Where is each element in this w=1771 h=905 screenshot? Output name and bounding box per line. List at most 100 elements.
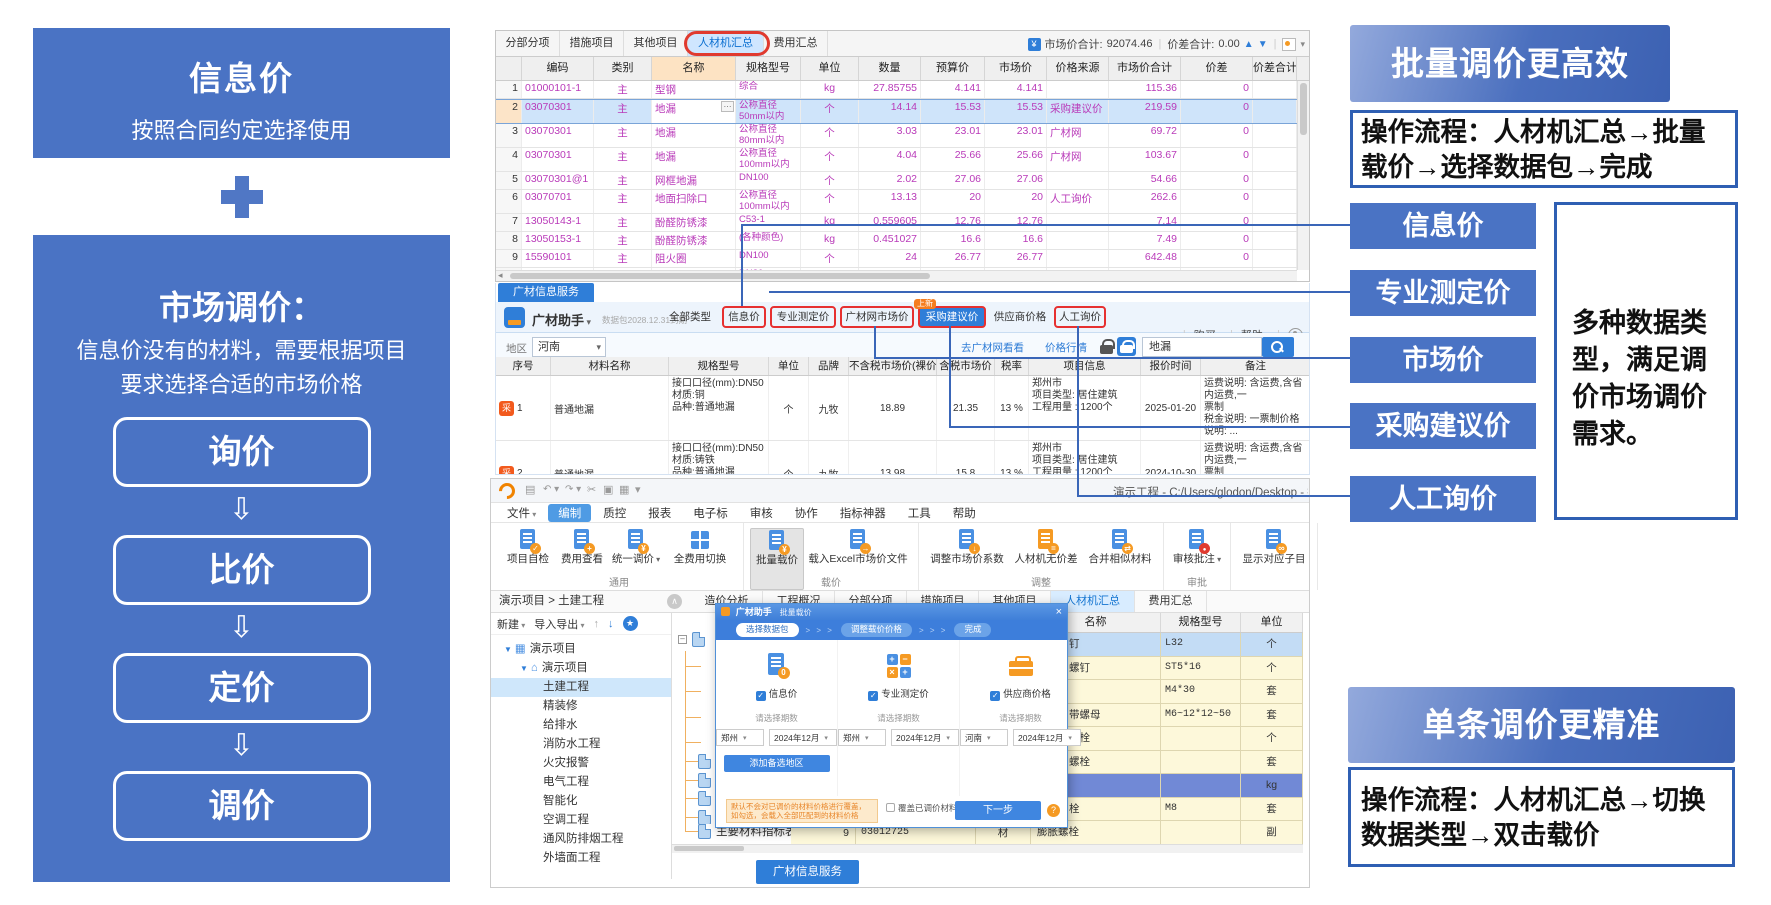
column-header[interactable]: 数量 [859,57,921,80]
column-header[interactable]: 市场价合计 [1109,57,1181,80]
column-header[interactable]: 序号 [496,357,551,375]
column-header[interactable]: 价差合计 [1253,57,1297,80]
tree-root[interactable]: ▼▦演示项目 [491,640,671,659]
column-header[interactable]: 名称 [652,57,736,80]
region-select[interactable]: 河南 [532,337,606,357]
move-up-icon[interactable] [594,618,600,630]
price-type-filter[interactable]: 供应商价格 [990,306,1050,328]
tree-item[interactable]: 空调工程 [491,811,671,830]
goto-gc-site-link[interactable]: 去广材网看看 [961,340,1024,355]
collapse-button[interactable] [667,594,682,609]
column-header[interactable]: 预算价 [921,57,985,80]
table-row[interactable]: 9 15590101 主 阻火圈 DN100 个 24 26.77 26.77 … [496,250,1297,268]
column-header[interactable]: 不含税市场价(裸价) [849,357,937,375]
paste-icon[interactable] [619,483,629,496]
menu-item[interactable]: 工具 [898,504,941,522]
column-header[interactable]: 单位 [801,57,859,80]
gc-info-service-docked-tab[interactable]: 广材信息服务 [756,860,859,884]
tree-item[interactable]: 智能化 [491,792,671,811]
column-header[interactable]: 单位 [1241,613,1303,632]
gc-info-service-tab[interactable]: 广材信息服务 [498,283,594,302]
horizontal-scrollbar[interactable] [672,844,1303,853]
import-export-button[interactable]: 导入导出 [534,616,584,632]
material-row[interactable]: 栓 M8 套 [1031,798,1303,822]
quote-row[interactable]: 采1 普通地漏 接口口径(mm):DN50 材质:铜 品种:普通地漏 个 九牧 … [496,376,1309,441]
column-header[interactable]: 品牌 [809,357,849,375]
column-header[interactable]: 报价时间 [1141,357,1201,375]
price-type-filter[interactable]: 信息价 [722,306,766,328]
help-circle-icon[interactable] [1047,804,1060,817]
column-header[interactable]: 价格来源 [1047,57,1109,80]
view-tab[interactable]: 费用汇总 [1135,591,1207,612]
tree-item[interactable]: 消防水工程 [491,735,671,754]
tree-collapse-icon[interactable] [678,635,687,644]
menu-item[interactable]: 帮助 [943,504,986,522]
star-button[interactable] [623,616,638,631]
table-row[interactable]: 3 03070301 主 地漏 公称直径80mm以内 个 3.03 23.01 … [496,124,1297,148]
table-row[interactable]: 8 13050153-1 主 酚醛防锈漆 (各种颜色) kg 0.451027 … [496,232,1297,250]
quote-row[interactable]: 采2 普通地漏 接口口径(mm):DN50 材质:铸铁 品种:普通地漏 个 九牧… [496,441,1309,474]
price-type-filter[interactable]: 采购建议价上新 [918,306,986,328]
ellipsis-button[interactable] [721,101,734,112]
table-row[interactable]: 6 03070701 主 地面扫除口 公称直径100mm以内 个 13.13 2… [496,190,1297,214]
column-header[interactable]: 含税市场价 [937,357,995,375]
menu-item[interactable]: 编制 [548,504,591,522]
table-row[interactable]: 7 13050143-1 主 酚醛防锈漆 C53-1 kg 0.559605 1… [496,214,1297,232]
column-header[interactable]: 编码 [522,57,594,80]
add-region-button[interactable]: 添加备选地区 [724,755,830,772]
tree-item[interactable]: 通风防排烟工程 [491,830,671,849]
gc-brand[interactable]: 广材助手 [532,310,591,329]
table-row[interactable]: 5 03070301@1 主 网框地漏 DN100 个 2.02 27.06 2… [496,172,1297,190]
search-button[interactable] [1262,337,1294,357]
sort-down-icon[interactable] [1258,38,1268,50]
price-type-filter[interactable]: 广材网市场价 [840,306,914,328]
price-type-filter[interactable]: 专业测定价 [770,306,836,328]
step-select-package[interactable]: 选择数据包 [736,623,799,637]
menu-item[interactable]: 审核 [740,504,783,522]
cut-icon[interactable] [587,483,596,496]
menu-item[interactable]: 报表 [638,504,681,522]
unlock-icon[interactable] [1117,337,1136,356]
column-header[interactable]: 备注 [1201,357,1310,375]
column-header[interactable]: 材料名称 [551,357,669,375]
checkbox-checked-icon[interactable] [756,691,766,701]
new-button[interactable]: 新建 [497,616,525,632]
toolbar-more-icon[interactable] [635,483,641,496]
breadcrumb[interactable]: 演示项目 > 土建工程 [491,591,663,612]
ribbon-show-subitems[interactable]: 显示对应子目 [1237,528,1311,590]
column-header[interactable]: 项目信息 [1029,357,1141,375]
price-type-filter[interactable]: 人工询价 [1054,306,1106,328]
column-header[interactable]: 规格型号 [1161,613,1241,632]
chevron-down-icon[interactable] [1300,38,1305,50]
summary-tab[interactable]: 其他项目 [624,31,688,56]
tree-item[interactable]: 精装修 [491,697,671,716]
column-header[interactable]: 市场价 [985,57,1047,80]
menu-item[interactable]: 指标神器 [830,504,896,522]
summary-tab[interactable]: 人材机汇总 [688,31,764,56]
summary-tab[interactable]: 费用汇总 [764,31,828,56]
price-record-icon[interactable] [1282,38,1296,51]
next-button[interactable]: 下一步 [955,801,1041,820]
period-select[interactable]: 2024年12月 [1013,729,1081,746]
tree-item[interactable]: 给排水 [491,716,671,735]
table-row[interactable]: 1 01000101-1 主 型钢 综合 kg 27.85755 4.141 4… [496,81,1297,99]
search-input[interactable]: 地漏 [1142,337,1262,357]
lock-icon[interactable] [1100,339,1113,354]
column-header[interactable]: 规格型号 [669,357,769,375]
horizontal-scrollbar[interactable] [496,270,1297,281]
undo-icon[interactable] [543,483,559,495]
summary-tab[interactable]: 分部分项 [496,31,560,56]
column-header[interactable] [496,57,522,80]
price-type-filter[interactable]: 全部类型 [664,306,716,328]
redo-icon[interactable] [565,483,581,495]
material-row[interactable]: 膨胀螺栓 副 [1031,821,1303,845]
price-trend-link[interactable]: 价格行情 [1045,340,1087,355]
tree-item[interactable]: 火灾报警 [491,754,671,773]
table-row[interactable]: 2 03070301 主 地漏 公称直径50mm以内 个 14.14 15.53… [496,99,1297,124]
region-select[interactable]: 郑州 [716,729,764,746]
checkbox-empty-icon[interactable] [886,803,895,812]
sort-up-icon[interactable] [1244,38,1254,50]
menu-item[interactable]: 文件 [497,504,546,522]
checkbox-checked-icon[interactable] [868,691,878,701]
region-select[interactable]: 郑州 [838,729,886,746]
